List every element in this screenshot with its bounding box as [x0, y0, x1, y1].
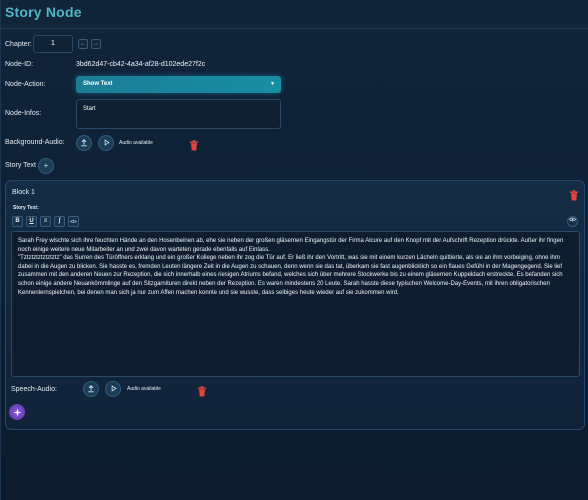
upload-icon [88, 385, 94, 393]
trash-icon [190, 140, 198, 151]
play-icon [104, 139, 110, 146]
node-action-select[interactable]: Show Text ▼ [76, 76, 281, 93]
speech-audio-status: Audio available [127, 386, 161, 392]
bold-button[interactable]: B [12, 216, 23, 227]
background-audio-label: Background-Audio: [5, 139, 65, 146]
delete-block-button[interactable] [569, 188, 579, 201]
upload-icon [81, 139, 87, 147]
speech-play-button[interactable] [105, 381, 121, 397]
node-id-label: Node-ID: [5, 61, 34, 68]
story-node-panel: Story Node Chapter: 1 ← → Node-ID: 3bd62… [0, 0, 588, 500]
eye-icon [568, 217, 577, 222]
preview-toggle-button[interactable] [567, 216, 578, 227]
code-button[interactable]: </> [68, 216, 79, 227]
block-title: Block 1 [12, 189, 35, 196]
trash-icon [198, 386, 206, 397]
speech-audio-label: Speech-Audio: [11, 386, 57, 393]
plus-icon: + [43, 161, 49, 170]
title-divider [1, 28, 588, 29]
node-infos-label: Node-Infos: [5, 110, 42, 117]
story-block: Block 1 Story Text: B U ≡ ∫ </> Sarah Fr… [5, 180, 585, 430]
node-action-value: Show Text [83, 81, 113, 87]
delete-speech-audio-button[interactable] [197, 384, 207, 397]
magic-wand-button[interactable] [9, 404, 25, 420]
play-icon [111, 385, 117, 392]
editor-label: Story Text: [13, 205, 39, 211]
speech-upload-button[interactable] [83, 381, 99, 397]
chapter-input[interactable]: 1 [33, 35, 73, 53]
editor-paragraph: "Tztztztztztztztz" das Surren des Türöff… [18, 255, 563, 296]
list-button[interactable]: ≡ [40, 216, 51, 227]
story-text-editor[interactable]: Sarah Frey wischte sich ihre feuchten Hä… [11, 231, 580, 377]
underline-button[interactable]: U [26, 216, 37, 227]
background-audio-status: Audio available [119, 140, 153, 146]
node-action-label: Node-Action: [5, 81, 46, 88]
story-text-label: Story Text [5, 162, 36, 169]
node-infos-textarea[interactable]: Start [76, 99, 281, 129]
node-id-value: 3bd62d47-cb42-4a34-af28-d102ede27f2c [76, 61, 206, 68]
editor-paragraph: Sarah Frey wischte sich ihre feuchten Hä… [18, 238, 564, 253]
formula-button[interactable]: ∫ [54, 216, 65, 227]
page-title: Story Node [5, 4, 82, 20]
delete-background-audio-button[interactable] [189, 138, 199, 151]
chapter-next-button[interactable]: → [91, 39, 101, 49]
add-block-button[interactable]: + [38, 158, 54, 174]
trash-icon [570, 190, 578, 201]
upload-button[interactable] [76, 135, 92, 151]
sparkle-icon [12, 407, 22, 417]
chevron-down-icon: ▼ [270, 81, 275, 87]
chapter-prev-button[interactable]: ← [78, 39, 88, 49]
chapter-label: Chapter: [5, 41, 32, 48]
play-button[interactable] [98, 135, 114, 151]
